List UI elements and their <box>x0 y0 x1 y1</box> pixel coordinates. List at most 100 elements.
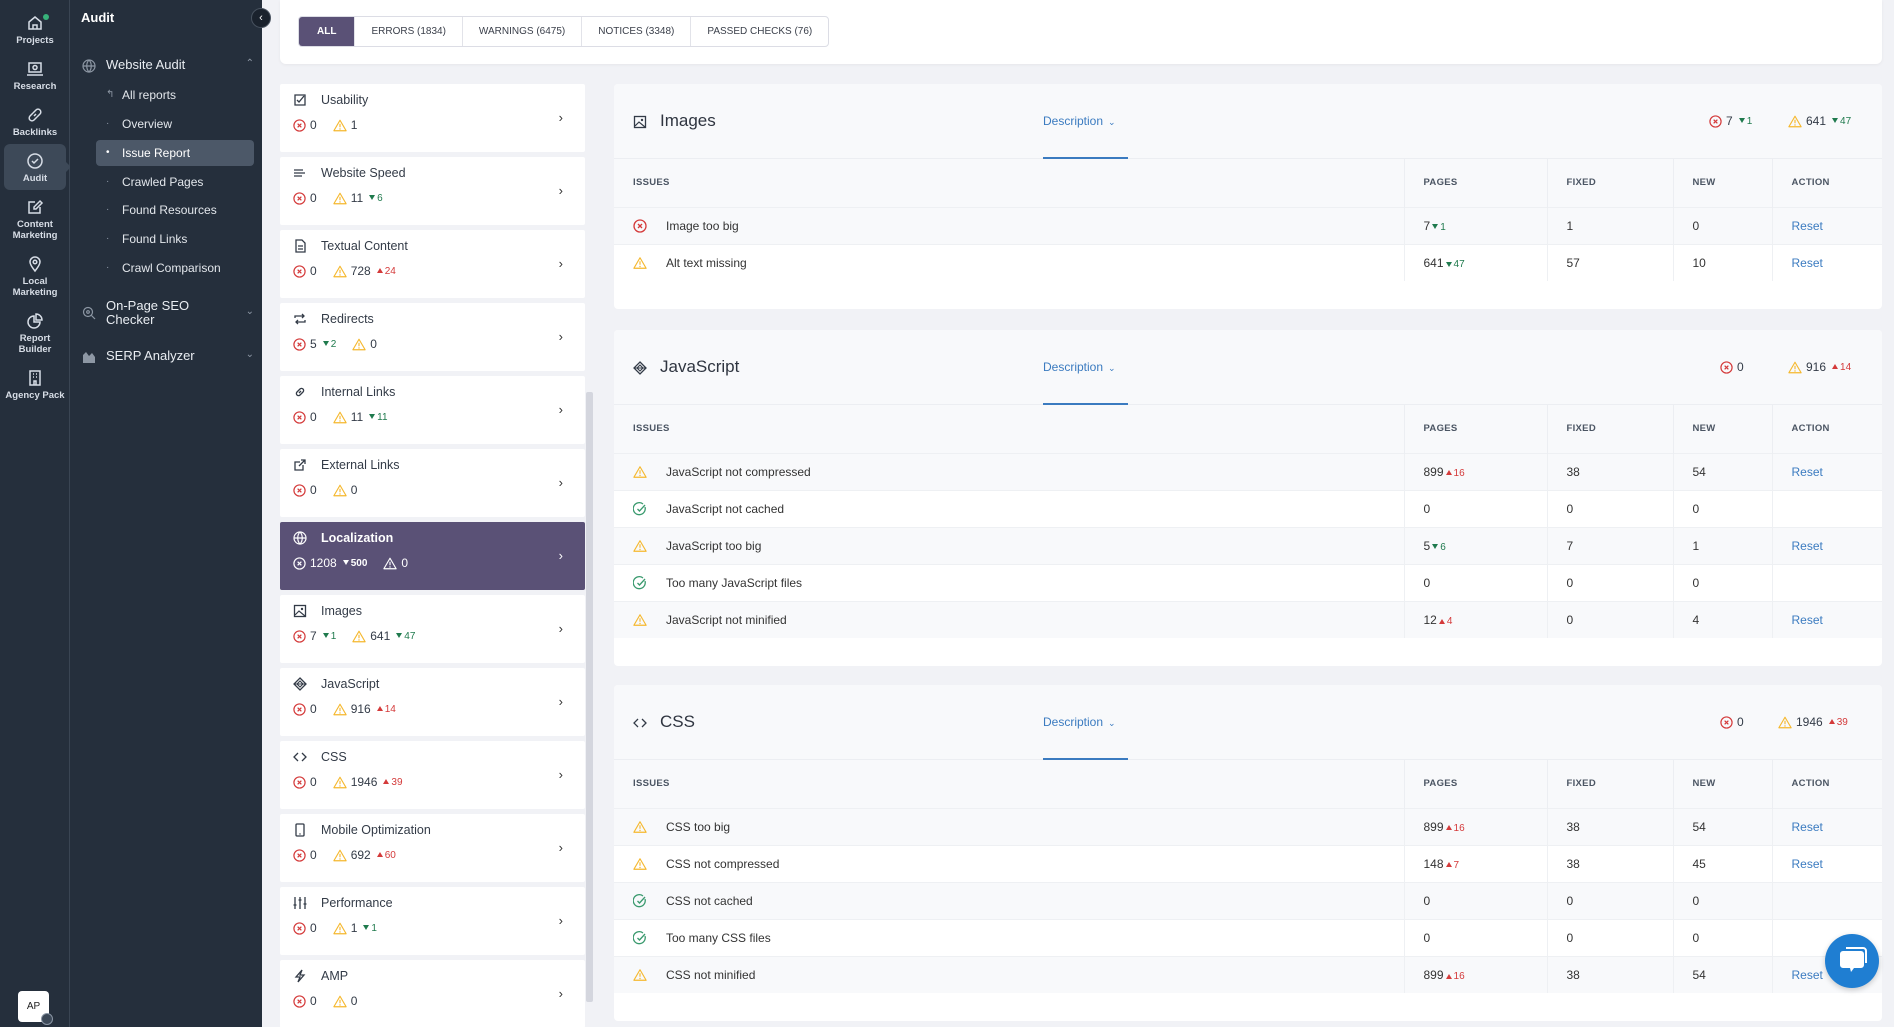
error-icon <box>293 702 306 716</box>
pages-value[interactable]: 641 <box>1424 256 1444 270</box>
col-pages[interactable]: PAGES <box>1403 760 1547 808</box>
sidebar-item-issue-report[interactable]: • Issue Report <box>96 140 254 166</box>
category-item-performance[interactable]: Performance 0 1 1 › <box>280 887 585 955</box>
reset-button[interactable]: Reset <box>1792 256 1823 270</box>
tab-passed-checks[interactable]: PASSED CHECKS (76) <box>690 17 828 46</box>
category-item-redirects[interactable]: Redirects 5 2 0 › <box>280 303 585 371</box>
sidebar-item-found-links[interactable]: · Found Links <box>96 226 254 252</box>
pages-value[interactable]: 899 <box>1424 820 1444 834</box>
col-fixed[interactable]: FIXED <box>1546 760 1673 808</box>
section-website-audit[interactable]: Website Audit ⌃ <box>82 58 254 74</box>
collapse-sidebar-button[interactable]: ‹ <box>251 8 271 28</box>
description-toggle[interactable]: Description ⌄ <box>1043 360 1128 405</box>
col-fixed[interactable]: FIXED <box>1546 405 1673 453</box>
chat-button[interactable] <box>1825 934 1879 988</box>
issue-name[interactable]: CSS not cached <box>666 894 753 908</box>
tab-all[interactable]: ALL <box>299 17 355 46</box>
col-issues[interactable]: ISSUES <box>614 760 1404 808</box>
scrollbar-thumb[interactable] <box>586 392 593 1002</box>
rail-item-backlinks[interactable]: Backlinks <box>4 98 66 144</box>
chevron-right-icon: › <box>558 986 563 1001</box>
category-item-images[interactable]: Images 7 1 641 47 › <box>280 595 585 663</box>
issue-name[interactable]: JavaScript not cached <box>666 502 784 516</box>
search-target-icon <box>82 306 96 320</box>
tab-warnings[interactable]: WARNINGS (6475) <box>461 17 581 46</box>
issue-name[interactable]: JavaScript not compressed <box>666 465 811 479</box>
category-item-website-speed[interactable]: Website Speed 0 11 6 › <box>280 157 585 225</box>
col-new[interactable]: NEW <box>1672 159 1772 207</box>
error-icon <box>1720 715 1733 729</box>
category-item-javascript[interactable]: JavaScript 0 916 14 › <box>280 668 585 736</box>
pages-value[interactable]: 899 <box>1424 465 1444 479</box>
rail-item-audit[interactable]: Audit <box>4 144 71 190</box>
check-circle-icon <box>27 153 43 169</box>
sidebar-item-crawled-pages[interactable]: · Crawled Pages <box>96 169 254 195</box>
warning-icon <box>633 539 647 552</box>
reset-button[interactable]: Reset <box>1792 857 1823 871</box>
rail-item-agency-pack[interactable]: Agency Pack <box>4 361 66 407</box>
description-toggle[interactable]: Description ⌄ <box>1043 715 1128 760</box>
pages-value[interactable]: 899 <box>1424 968 1444 982</box>
pages-value[interactable]: 0 <box>1424 931 1431 945</box>
sidebar-item-overview[interactable]: · Overview <box>96 111 254 137</box>
category-item-internal-links[interactable]: Internal Links 0 11 11 › <box>280 376 585 444</box>
reset-button[interactable]: Reset <box>1792 820 1823 834</box>
pages-value[interactable]: 0 <box>1424 894 1431 908</box>
error-icon <box>293 118 306 132</box>
issue-name[interactable]: Too many CSS files <box>666 931 771 945</box>
reset-button[interactable]: Reset <box>1792 465 1823 479</box>
reset-button[interactable]: Reset <box>1792 219 1823 233</box>
gear-icon[interactable] <box>41 1013 53 1025</box>
tab-errors[interactable]: ERRORS (1834) <box>354 17 461 46</box>
pages-value[interactable]: 148 <box>1424 857 1444 871</box>
user-avatar[interactable]: AP <box>18 991 53 1025</box>
sidebar-item-crawl-comparison[interactable]: · Crawl Comparison <box>96 255 254 281</box>
issue-name[interactable]: CSS not minified <box>666 968 755 982</box>
category-item-localization[interactable]: Localization 1208 500 0 › <box>280 522 585 590</box>
category-item-usability[interactable]: Usability 0 1 › <box>280 84 585 152</box>
category-item-mobile-optimization[interactable]: Mobile Optimization 0 692 60 › <box>280 814 585 882</box>
pages-value[interactable]: 5 <box>1424 539 1431 553</box>
rail-item-projects[interactable]: Projects <box>4 6 66 52</box>
reset-button[interactable]: Reset <box>1792 968 1823 982</box>
table-row: CSS not cached 0 0 0 <box>614 881 1882 919</box>
col-fixed[interactable]: FIXED <box>1546 159 1673 207</box>
category-list-scrollbar[interactable] <box>585 84 594 1014</box>
issue-name[interactable]: Image too big <box>666 219 739 233</box>
issue-name[interactable]: Alt text missing <box>666 256 747 270</box>
rail-item-content-marketing[interactable]: Content Marketing <box>4 190 66 247</box>
category-item-amp[interactable]: AMP 0 0 › <box>280 960 585 1027</box>
section-serp-analyzer[interactable]: SERP Analyzer ⌄ <box>82 349 254 365</box>
rail-item-research[interactable]: Research <box>4 52 66 98</box>
pages-value[interactable]: 0 <box>1424 576 1431 590</box>
category-item-external-links[interactable]: External Links 0 0 › <box>280 449 585 517</box>
delta-down: 500 <box>342 558 367 569</box>
section-on-page-seo-checker[interactable]: On-Page SEO Checker ⌄ <box>82 299 254 329</box>
reset-button[interactable]: Reset <box>1792 613 1823 627</box>
tab-notices[interactable]: NOTICES (3348) <box>581 17 690 46</box>
description-toggle[interactable]: Description ⌄ <box>1043 114 1128 159</box>
sidebar-item-all-reports[interactable]: ↰ All reports <box>96 82 254 108</box>
reset-button[interactable]: Reset <box>1792 539 1823 553</box>
category-stats: 0 728 24 <box>293 264 396 278</box>
category-name: External Links <box>321 458 400 472</box>
col-issues[interactable]: ISSUES <box>614 159 1404 207</box>
col-new[interactable]: NEW <box>1672 760 1772 808</box>
rail-item-local-marketing[interactable]: Local Marketing <box>4 247 66 304</box>
col-new[interactable]: NEW <box>1672 405 1772 453</box>
issue-name[interactable]: CSS not compressed <box>666 857 779 871</box>
issue-name[interactable]: JavaScript too big <box>666 539 761 553</box>
issue-name[interactable]: Too many JavaScript files <box>666 576 802 590</box>
sidebar-item-found-resources[interactable]: · Found Resources <box>96 197 254 223</box>
pages-value[interactable]: 12 <box>1424 613 1437 627</box>
category-item-textual-content[interactable]: Textual Content 0 728 24 › <box>280 230 585 298</box>
category-item-css[interactable]: CSS 0 1946 39 › <box>280 741 585 809</box>
issue-name[interactable]: JavaScript not minified <box>666 613 787 627</box>
col-pages[interactable]: PAGES <box>1403 405 1547 453</box>
issue-name[interactable]: CSS too big <box>666 820 730 834</box>
col-issues[interactable]: ISSUES <box>614 405 1404 453</box>
pages-value[interactable]: 0 <box>1424 502 1431 516</box>
rail-item-report-builder[interactable]: Report Builder <box>4 304 66 361</box>
pages-value[interactable]: 7 <box>1424 219 1431 233</box>
col-pages[interactable]: PAGES <box>1403 159 1547 207</box>
